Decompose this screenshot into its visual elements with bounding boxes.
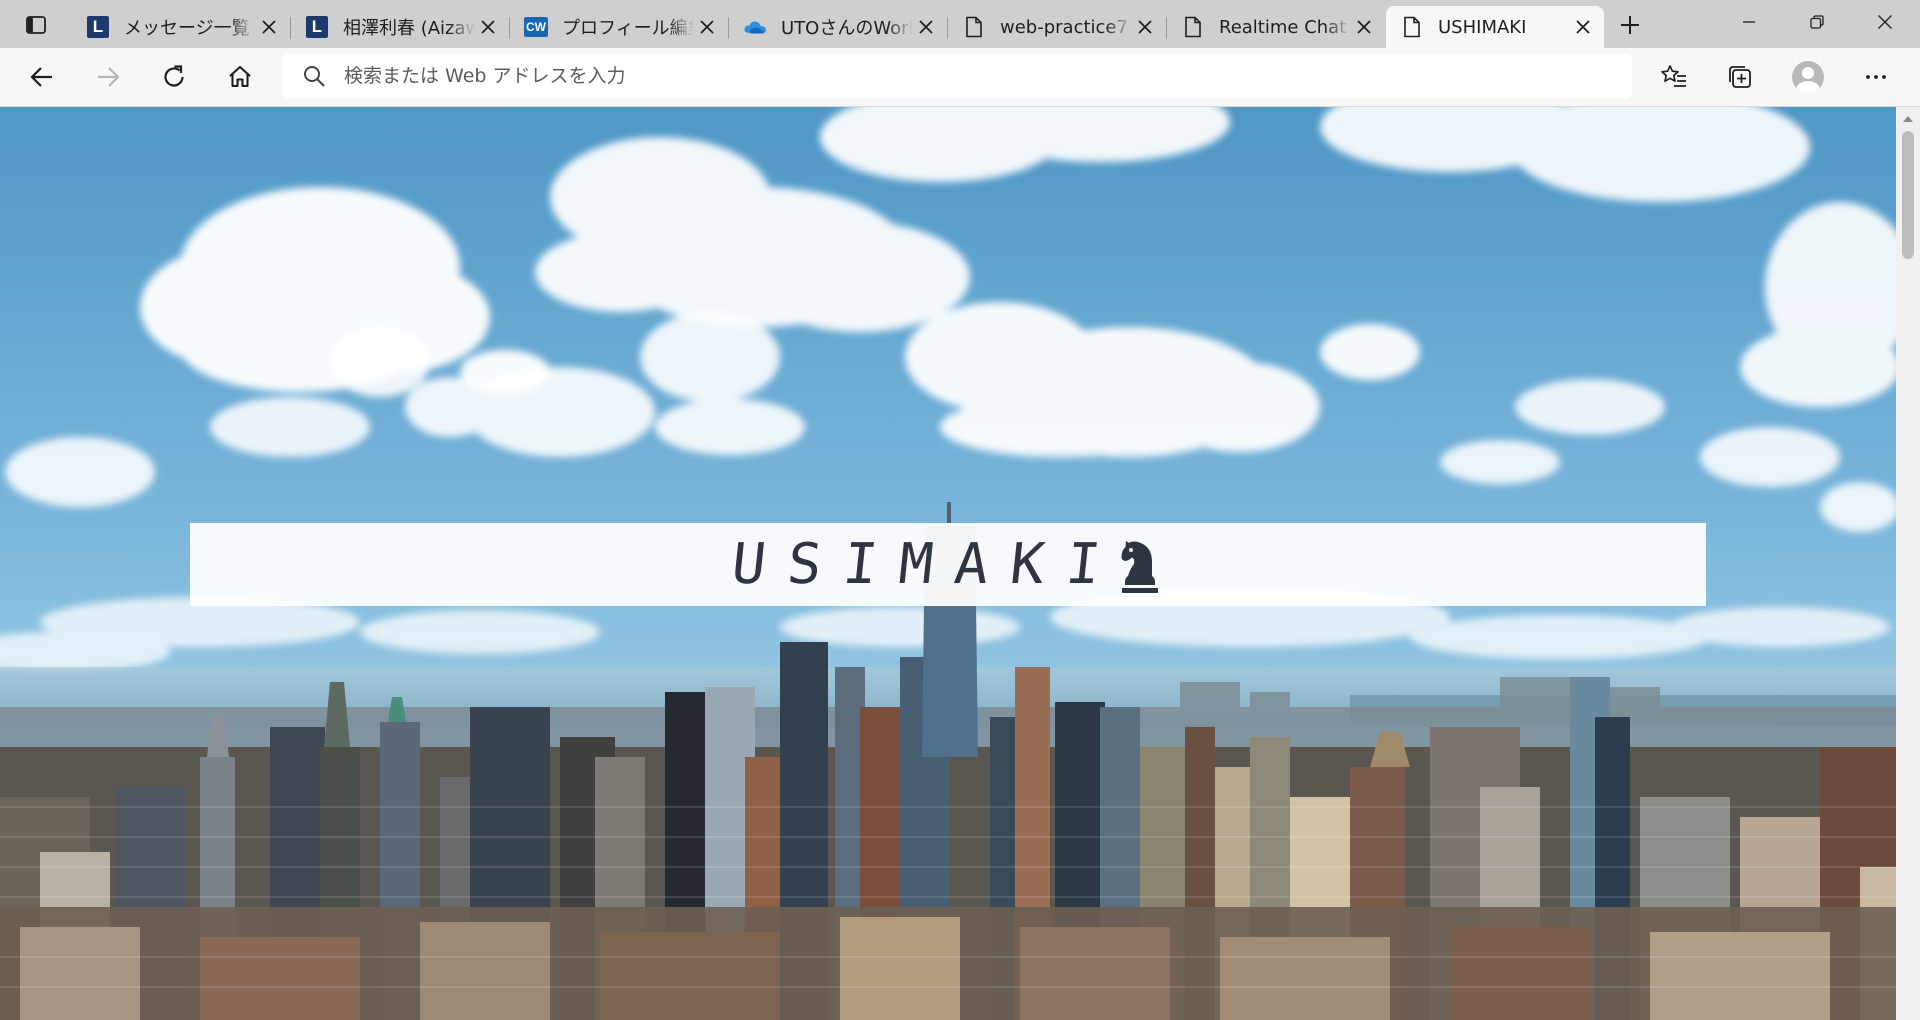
tab-title: USHIMAKI — [1438, 16, 1527, 38]
tab-title: プロフィール編集 | — [562, 18, 694, 39]
close-tab-button[interactable] — [475, 14, 501, 40]
arrow-left-icon — [30, 67, 52, 87]
close-window-button[interactable] — [1852, 0, 1918, 44]
search-icon — [304, 66, 325, 87]
close-tab-button[interactable] — [1132, 14, 1158, 40]
close-icon — [1357, 20, 1371, 34]
collections-icon — [1729, 66, 1751, 88]
plus-icon — [1621, 16, 1639, 34]
page-icon — [1181, 15, 1205, 39]
minimize-button[interactable] — [1716, 0, 1782, 44]
tab-onedrive-uto[interactable]: UTOさんのWork — [729, 6, 948, 48]
close-icon — [1138, 20, 1152, 34]
favorites-star-icon — [1661, 65, 1686, 87]
refresh-button[interactable] — [154, 57, 194, 97]
tab-web-practice7[interactable]: web-practice7 — [948, 6, 1167, 48]
browser-toolbar — [0, 48, 1920, 107]
address-input[interactable] — [342, 55, 1632, 97]
arrow-right-icon — [98, 67, 120, 87]
close-icon — [1576, 20, 1590, 34]
document-icon — [1404, 16, 1420, 38]
tab-title: UTOさんのWork — [781, 18, 913, 39]
back-button[interactable] — [22, 57, 62, 97]
collections-button[interactable] — [1720, 57, 1760, 97]
tab-lancers-profile[interactable]: L 相澤利春 (Aizaw — [291, 6, 510, 48]
site-logo-banner: USIMAKI — [190, 523, 1706, 606]
close-icon — [262, 20, 276, 34]
close-tab-button[interactable] — [913, 14, 939, 40]
lancers-icon: L — [305, 15, 329, 39]
page-icon — [962, 15, 986, 39]
close-icon — [1878, 15, 1892, 29]
scroll-thumb[interactable] — [1902, 131, 1914, 259]
tab-title: web-practice7 — [1000, 16, 1128, 38]
restore-button[interactable] — [1784, 0, 1850, 44]
page-icon — [1400, 15, 1424, 39]
address-bar[interactable] — [282, 54, 1632, 98]
document-icon — [966, 16, 982, 38]
avatar — [1792, 61, 1824, 93]
close-tab-button[interactable] — [1351, 14, 1377, 40]
scroll-up-button[interactable] — [1896, 107, 1920, 129]
restore-icon — [1810, 15, 1824, 29]
onedrive-cloud-icon — [744, 21, 766, 34]
tab-actions-button[interactable] — [14, 10, 58, 40]
tab-strip: L メッセージ一覧 | L 相澤利春 (Aizaw CW プロフィール編集 | — [0, 0, 1920, 48]
forward-button[interactable] — [88, 57, 128, 97]
document-icon — [1185, 16, 1201, 38]
page-viewport: USIMAKI — [0, 107, 1896, 1020]
minimize-icon — [1743, 21, 1755, 23]
vertical-scrollbar[interactable] — [1896, 107, 1920, 1020]
tab-title: 相澤利春 (Aizaw — [343, 18, 475, 39]
new-tab-button[interactable] — [1612, 10, 1648, 40]
close-icon — [481, 20, 495, 34]
caret-up-icon — [1903, 115, 1913, 122]
tab-crowdworks-profile-edit[interactable]: CW プロフィール編集 | — [510, 6, 729, 48]
crowdworks-icon: CW — [524, 15, 548, 39]
lancers-icon: L — [86, 15, 110, 39]
settings-more-button[interactable] — [1856, 57, 1896, 97]
tab-actions-icon — [26, 16, 46, 34]
more-dots-icon — [1866, 75, 1886, 79]
profile-button[interactable] — [1788, 57, 1828, 97]
close-tab-button[interactable] — [694, 14, 720, 40]
home-icon — [229, 65, 251, 88]
tab-title: メッセージ一覧 | — [124, 18, 256, 39]
close-icon — [919, 20, 933, 34]
site-logo-text: USIMAKI — [728, 532, 1126, 597]
tab-realtime-chat[interactable]: Realtime Chat — [1167, 6, 1385, 48]
tab-lancers-messages[interactable]: L メッセージ一覧 | — [72, 6, 291, 48]
refresh-icon — [164, 65, 184, 87]
tab-title: Realtime Chat — [1219, 16, 1347, 38]
close-icon — [700, 20, 714, 34]
home-button[interactable] — [220, 57, 260, 97]
close-tab-button[interactable] — [1570, 14, 1596, 40]
close-tab-button[interactable] — [256, 14, 282, 40]
tab-ushimaki[interactable]: USHIMAKI — [1386, 6, 1604, 48]
favorites-button[interactable] — [1654, 57, 1694, 97]
onedrive-icon — [743, 15, 767, 39]
